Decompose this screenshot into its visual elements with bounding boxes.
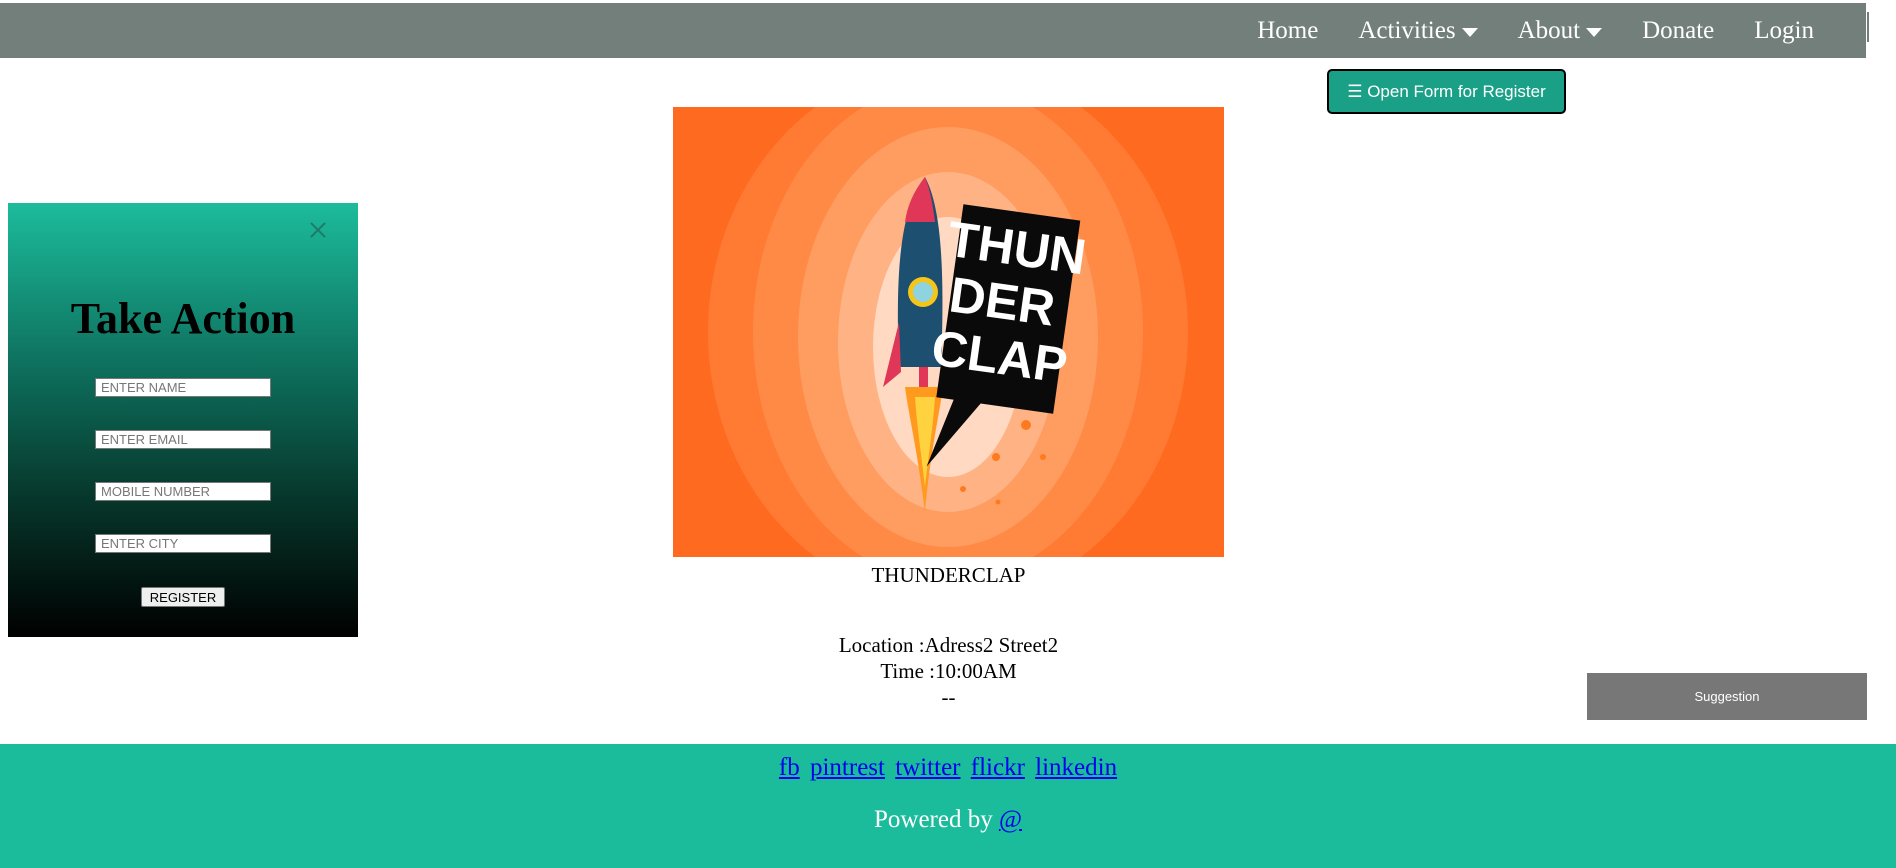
open-form-button[interactable]: ☰ Open Form for Register <box>1327 69 1566 114</box>
event-name: THUNDERCLAP <box>871 563 1026 587</box>
event-image: THUN DER CLAP <box>673 107 1224 557</box>
flickr-link[interactable]: flickr <box>971 754 1025 781</box>
pintrest-link[interactable]: pintrest <box>810 754 885 781</box>
event-location: Location :Adress2 Street2 <box>838 633 1059 657</box>
powered-by: Powered by @ <box>0 806 1896 834</box>
nav-activities-label: Activities <box>1358 16 1456 44</box>
fb-link[interactable]: fb <box>779 754 800 781</box>
nav-donate[interactable]: Donate <box>1642 17 1714 45</box>
email-input[interactable] <box>95 430 271 449</box>
nav-donate-label: Donate <box>1642 16 1715 44</box>
nav-login-label: Login <box>1754 16 1814 44</box>
top-navbar: Home Activities About Donate Login <box>0 3 1866 58</box>
panel-title: Take Action <box>70 294 296 343</box>
powered-by-text: Powered by <box>873 806 993 833</box>
suggestion-button[interactable]: Suggestion <box>1587 673 1867 720</box>
caret-down-icon <box>1586 27 1603 37</box>
caret-down-icon <box>1461 27 1478 37</box>
nav-about[interactable]: About <box>1518 17 1603 45</box>
event-time: Time :10:00AM <box>880 659 1017 683</box>
nav-activities[interactable]: Activities <box>1358 16 1478 45</box>
twitter-link[interactable]: twitter <box>895 754 960 781</box>
nav-login[interactable]: Login <box>1754 17 1814 45</box>
take-action-panel: Take Action REGISTER <box>8 203 358 637</box>
linkedin-link[interactable]: linkedin <box>1035 754 1117 781</box>
nav-home[interactable]: Home <box>1257 17 1318 45</box>
event-extra: -- <box>941 685 956 709</box>
footer: fb pintrest twitter flickr linkedin Powe… <box>0 744 1896 868</box>
register-button[interactable]: REGISTER <box>141 587 225 607</box>
powered-by-link[interactable]: @ <box>999 806 1022 833</box>
mobile-input[interactable] <box>95 482 271 501</box>
nav-divider <box>1867 12 1869 42</box>
close-icon[interactable] <box>306 218 330 242</box>
city-input[interactable] <box>95 534 271 553</box>
nav-home-label: Home <box>1257 16 1319 44</box>
social-links: fb pintrest twitter flickr linkedin <box>0 754 1896 782</box>
name-input[interactable] <box>95 378 271 397</box>
nav-about-label: About <box>1517 16 1581 44</box>
